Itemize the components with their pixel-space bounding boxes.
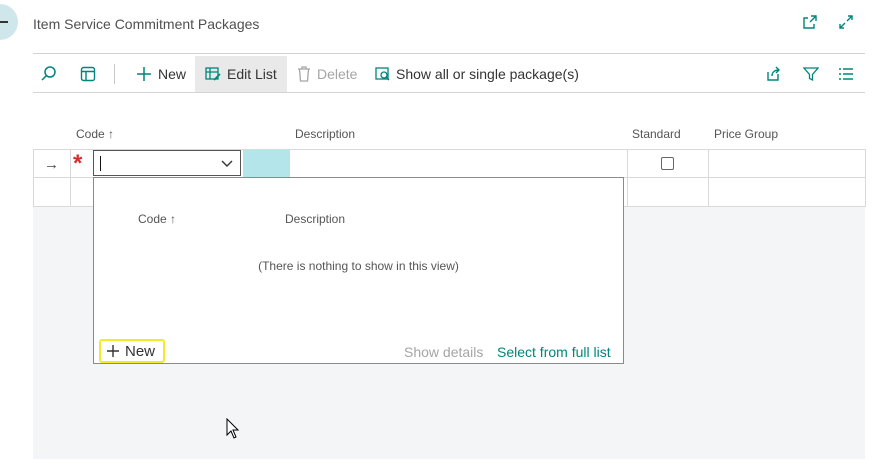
- column-header-code-label: Code: [76, 127, 105, 141]
- toolbar-separator: [114, 64, 115, 84]
- lookup-dropdown: Code ↑ Description (There is nothing to …: [93, 177, 624, 364]
- column-divider: [627, 150, 628, 178]
- column-header-description[interactable]: Description: [295, 127, 355, 141]
- column-header-price-group[interactable]: Price Group: [714, 127, 778, 141]
- column-divider: [70, 178, 71, 206]
- column-divider: [708, 178, 709, 206]
- back-icon: [0, 21, 8, 23]
- column-divider: [627, 178, 628, 206]
- lookup-column-code[interactable]: Code ↑: [138, 212, 176, 226]
- search-button[interactable]: [40, 56, 58, 92]
- delete-label: Delete: [317, 66, 358, 82]
- column-divider: [70, 150, 71, 178]
- lookup-new-button[interactable]: New: [99, 339, 165, 363]
- layout-icon: [80, 66, 96, 82]
- standard-checkbox[interactable]: [661, 157, 674, 170]
- lookup-new-label: New: [125, 342, 156, 360]
- back-button[interactable]: [0, 4, 18, 40]
- lookup-column-description[interactable]: Description: [285, 212, 345, 226]
- filter-button[interactable]: [803, 56, 819, 92]
- column-divider: [708, 150, 709, 178]
- select-from-full-list-link[interactable]: Select from full list: [497, 344, 611, 360]
- plus-icon: [107, 345, 119, 357]
- plus-icon: [137, 67, 151, 81]
- list-view-button[interactable]: [838, 56, 854, 92]
- share-button[interactable]: [765, 56, 781, 92]
- edit-list-icon: [205, 67, 221, 81]
- code-input[interactable]: [93, 150, 241, 176]
- list-view-icon: [839, 68, 853, 80]
- sort-ascending-icon: ↑: [170, 212, 177, 226]
- text-caret: [100, 156, 101, 171]
- trash-icon: [298, 66, 310, 82]
- show-packages-label: Show all or single package(s): [396, 66, 579, 82]
- show-packages-button[interactable]: Show all or single package(s): [375, 56, 579, 92]
- empty-message: (There is nothing to show in this view): [258, 259, 459, 273]
- edit-list-button[interactable]: Edit List: [195, 56, 287, 92]
- column-header-standard[interactable]: Standard: [632, 127, 681, 141]
- show-details-link[interactable]: Show details: [404, 344, 483, 360]
- current-row-arrow-icon: →: [44, 156, 59, 173]
- chevron-down-icon[interactable]: [220, 156, 234, 170]
- column-header-code[interactable]: Code ↑: [76, 127, 114, 141]
- sort-ascending-icon: ↑: [108, 127, 115, 141]
- delete-button[interactable]: Delete: [297, 56, 357, 92]
- new-button-label: New: [158, 66, 187, 82]
- required-icon: *: [73, 150, 83, 177]
- selected-cell-highlight: [243, 150, 290, 177]
- layout-button[interactable]: [80, 56, 96, 92]
- toolbar-bottom-divider: [33, 92, 865, 93]
- open-in-new-window-icon[interactable]: [802, 14, 818, 33]
- toolbar-top-divider: [33, 53, 865, 54]
- lookup-column-code-label: Code: [138, 212, 167, 226]
- share-icon: [767, 66, 780, 81]
- show-packages-icon: [375, 67, 390, 81]
- page-title: Item Service Commitment Packages: [33, 16, 260, 32]
- edit-list-label: Edit List: [227, 66, 277, 82]
- new-button[interactable]: New: [136, 56, 186, 92]
- mouse-cursor-icon: [226, 418, 240, 439]
- search-icon: [41, 66, 56, 81]
- filter-icon: [803, 67, 819, 82]
- expand-icon[interactable]: [838, 14, 854, 33]
